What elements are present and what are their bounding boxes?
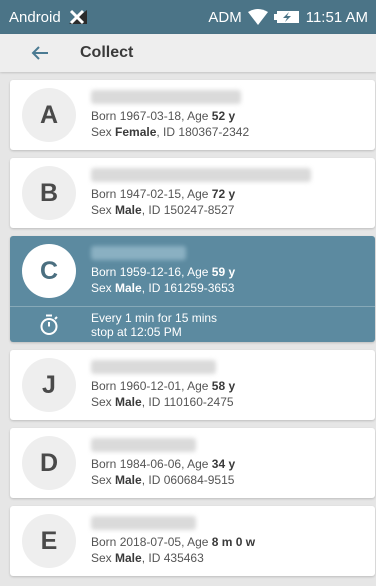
back-button[interactable]: [22, 35, 58, 71]
patient-card-e[interactable]: E Born 2018-07-05, Age 8 m 0 w Sex Male,…: [10, 506, 375, 576]
carrier-label: Android: [9, 8, 61, 26]
sex-id-line: Sex Male, ID 110160-2475: [91, 395, 234, 409]
collection-timer: Every 1 min for 15 mins stop at 12:05 PM: [10, 306, 375, 342]
avatar: C: [22, 244, 76, 298]
birth-line: Born 1967-03-18, Age 52 y: [91, 109, 236, 123]
patient-list: A Born 1967-03-18, Age 52 y Sex Female, …: [10, 80, 375, 584]
page-title: Collect: [80, 44, 134, 61]
avatar: A: [22, 88, 76, 142]
clock-label: 11:51 AM: [305, 8, 368, 26]
patient-name-redacted: [91, 246, 186, 260]
sex-id-line: Sex Male, ID 435463: [91, 551, 204, 565]
patient-card-j[interactable]: J Born 1960-12-01, Age 58 y Sex Male, ID…: [10, 350, 375, 420]
patient-card-b[interactable]: B Born 1947-02-15, Age 72 y Sex Male, ID…: [10, 158, 375, 228]
avatar: E: [22, 514, 76, 568]
sex-id-line: Sex Male, ID 161259-3653: [91, 281, 235, 295]
patient-card-d[interactable]: D Born 1984-06-06, Age 34 y Sex Male, ID…: [10, 428, 375, 498]
patient-name-redacted: [91, 360, 216, 374]
birth-line: Born 1960-12-01, Age 58 y: [91, 379, 236, 393]
birth-line: Born 1959-12-16, Age 59 y: [91, 265, 236, 279]
avatar: J: [22, 358, 76, 412]
arrow-left-icon: [31, 45, 49, 61]
sex-id-line: Sex Male, ID 060684-9515: [91, 473, 235, 487]
patient-name-redacted: [91, 516, 196, 530]
battery-charging-icon: [273, 10, 300, 24]
patient-name-redacted: [91, 168, 311, 182]
patient-name-redacted: [91, 90, 241, 104]
birth-line: Born 1984-06-06, Age 34 y: [91, 457, 236, 471]
patient-name-redacted: [91, 438, 196, 452]
wifi-icon: [247, 9, 268, 25]
stopwatch-icon: [39, 314, 59, 336]
no-signal-icon: [67, 8, 89, 26]
avatar: D: [22, 436, 76, 490]
patient-card-c[interactable]: C Born 1959-12-16, Age 59 y Sex Male, ID…: [10, 236, 375, 342]
timer-interval: Every 1 min for 15 mins: [91, 310, 218, 325]
timer-stop: stop at 12:05 PM: [91, 324, 182, 339]
network-label: ADM: [208, 8, 242, 26]
patient-card-a[interactable]: A Born 1967-03-18, Age 52 y Sex Female, …: [10, 80, 375, 150]
birth-line: Born 2018-07-05, Age 8 m 0 w: [91, 535, 256, 549]
avatar: B: [22, 166, 76, 220]
birth-line: Born 1947-02-15, Age 72 y: [91, 187, 236, 201]
sex-id-line: Sex Male, ID 150247-8527: [91, 203, 235, 217]
status-bar: Android ADM 11:51 AM: [0, 0, 376, 34]
app-bar: Collect: [0, 34, 376, 72]
sex-id-line: Sex Female, ID 180367-2342: [91, 125, 250, 139]
